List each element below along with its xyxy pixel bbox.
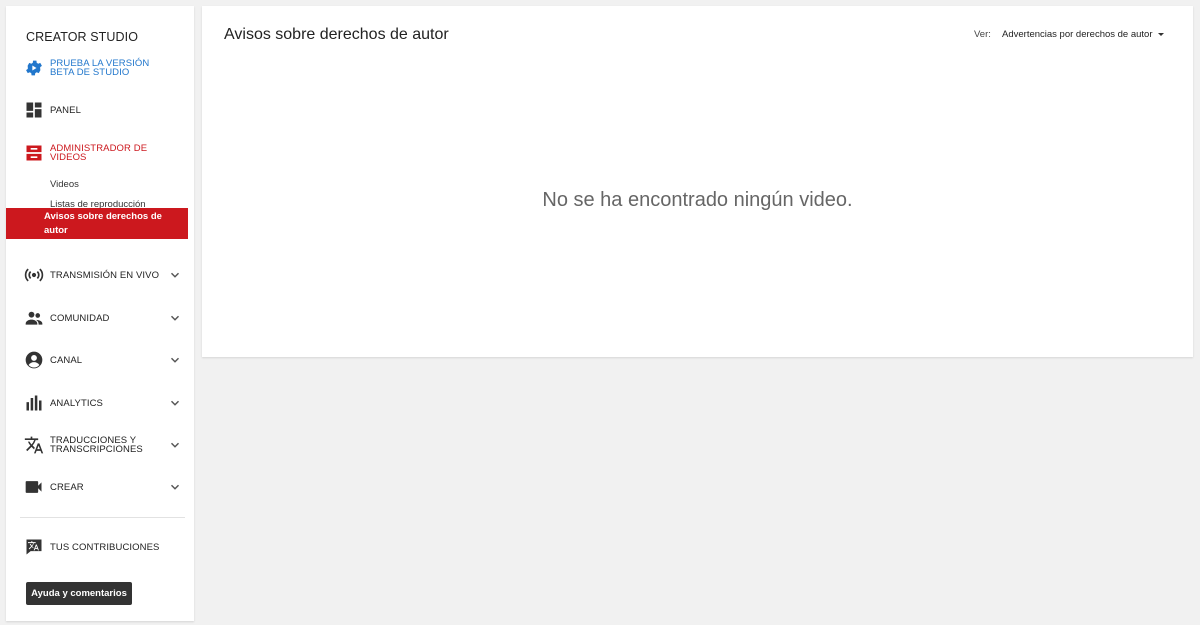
chevron-down-icon[interactable] <box>168 480 182 494</box>
translate-icon <box>24 435 44 455</box>
chevron-down-icon[interactable] <box>168 268 182 282</box>
chevron-down-icon[interactable] <box>168 396 182 410</box>
account-circle-icon <box>24 350 44 370</box>
video-manager-icon <box>24 143 44 163</box>
nav-translations[interactable]: TRADUCCIONES Y TRANSCRIPCIONES <box>6 435 194 455</box>
nav-create[interactable]: CREAR <box>6 477 194 497</box>
nav-beta-label: PRUEBA LA VERSIÓN BETA DE STUDIO <box>50 58 150 78</box>
chevron-down-icon[interactable] <box>168 438 182 452</box>
nav-live-label: TRANSMISIÓN EN VIVO <box>50 270 160 281</box>
view-dropdown-value: Advertencias por derechos de autor <box>1002 29 1153 40</box>
nav-video-manager-label: ADMINISTRADOR DE VIDEOS <box>50 143 148 163</box>
nav-contributions-label: TUS CONTRIBUCIONES <box>50 542 160 553</box>
video-camera-icon <box>24 477 44 497</box>
translate-box-icon <box>24 537 44 557</box>
nav-analytics-label: ANALYTICS <box>50 398 103 409</box>
nav-panel-label: PANEL <box>50 105 81 116</box>
main-panel: Avisos sobre derechos de autor Ver: Adve… <box>202 6 1193 357</box>
chevron-down-icon[interactable] <box>168 353 182 367</box>
nav-create-label: CREAR <box>50 482 84 493</box>
chevron-down-icon[interactable] <box>168 311 182 325</box>
sub-item-videos[interactable]: Videos <box>50 179 79 190</box>
people-icon <box>24 308 44 328</box>
nav-beta-studio[interactable]: PRUEBA LA VERSIÓN BETA DE STUDIO <box>6 58 194 78</box>
live-broadcast-icon <box>24 265 44 285</box>
nav-channel[interactable]: CANAL <box>6 350 194 370</box>
empty-state-message: No se ha encontrado ningún video. <box>542 189 853 211</box>
help-feedback-button[interactable]: Ayuda y comentarios <box>26 582 132 605</box>
nav-community-label: COMUNIDAD <box>50 313 110 324</box>
nav-contributions[interactable]: TUS CONTRIBUCIONES <box>6 537 194 557</box>
sub-item-copyright-notices[interactable]: Avisos sobre derechos de autor <box>6 208 188 239</box>
gear-icon <box>24 58 44 78</box>
nav-video-manager[interactable]: ADMINISTRADOR DE VIDEOS <box>6 142 194 164</box>
view-label: Ver: <box>974 29 991 40</box>
page-title: Avisos sobre derechos de autor <box>224 26 449 43</box>
brand-title: CREATOR STUDIO <box>26 30 139 44</box>
nav-live[interactable]: TRANSMISIÓN EN VIVO <box>6 265 194 285</box>
nav-community[interactable]: COMUNIDAD <box>6 308 194 328</box>
view-dropdown[interactable]: Advertencias por derechos de autor <box>1002 29 1164 40</box>
nav-translations-label: TRADUCCIONES Y TRANSCRIPCIONES <box>50 435 143 455</box>
bar-chart-icon <box>24 393 44 413</box>
dashboard-icon <box>24 100 44 120</box>
caret-down-icon <box>1157 33 1164 36</box>
nav-analytics[interactable]: ANALYTICS <box>6 393 194 413</box>
nav-panel[interactable]: PANEL <box>6 100 194 120</box>
sub-item-copyright-label: Avisos sobre derechos de autor <box>44 211 162 236</box>
nav-channel-label: CANAL <box>50 355 83 366</box>
